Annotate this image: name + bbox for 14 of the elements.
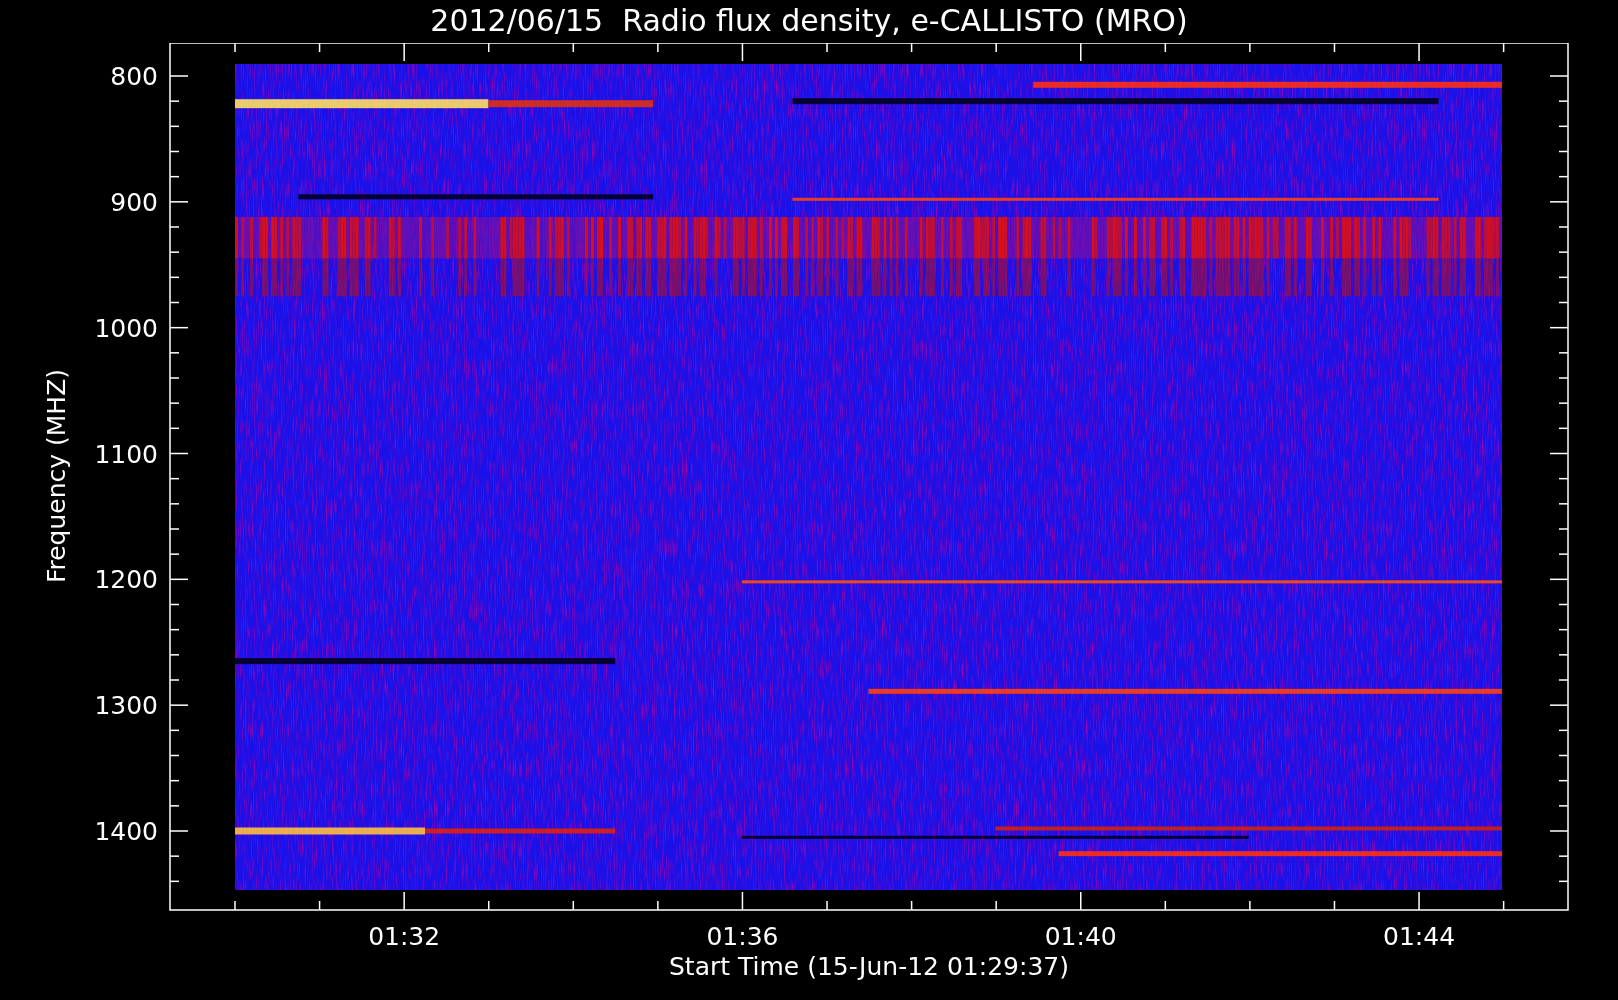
tick-label: 800: [110, 62, 158, 91]
tick-label: 01:40: [1044, 922, 1117, 951]
tick-label: 1000: [94, 313, 158, 343]
chart-title: 2012/06/15 Radio flux density, e-CALLISTO (MRO): [430, 2, 1188, 40]
tick-label: 01:44: [1383, 922, 1456, 951]
tick-label: 01:32: [368, 922, 441, 951]
tick-label: 1200: [94, 565, 158, 595]
tick-label: 900: [110, 187, 158, 217]
tick-label: 1300: [94, 691, 158, 721]
tick-label: 1400: [94, 817, 158, 846]
axis-title: Start Time (15-Jun-12 01:29:37): [669, 952, 1069, 981]
tick-label: 1100: [94, 439, 158, 469]
tick-label: 01:36: [706, 922, 779, 951]
axis-title: Frequency (MHZ): [42, 368, 71, 584]
